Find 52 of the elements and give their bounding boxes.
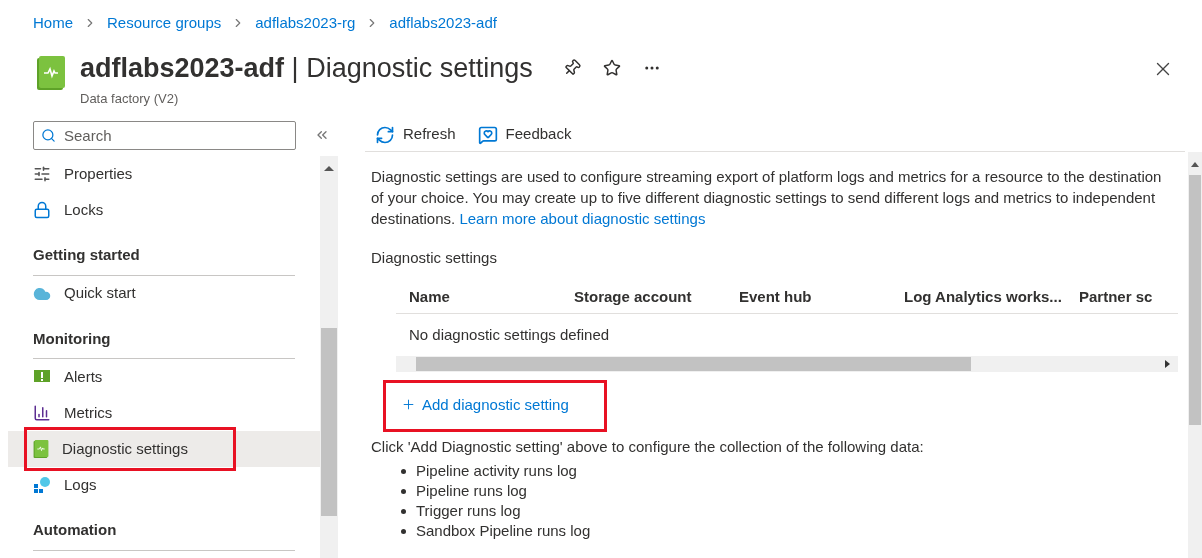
breadcrumb-link[interactable]: Home: [33, 11, 73, 35]
list-item: Pipeline runs log: [416, 481, 527, 501]
column-header: Event hub: [739, 287, 813, 307]
bullet-icon: [401, 528, 406, 534]
list-item: Trigger runs log: [416, 501, 521, 521]
scrollbar[interactable]: [1188, 152, 1202, 558]
data-factory-icon: [33, 440, 49, 458]
bar-chart-icon: [33, 404, 51, 422]
horizontal-scrollbar[interactable]: [396, 356, 1178, 372]
nav-item[interactable]: Properties: [8, 156, 320, 192]
section-heading: Automation: [33, 519, 295, 551]
plus-icon: [401, 396, 416, 412]
refresh-icon: [375, 124, 395, 145]
empty-message: No diagnostic settings defined: [408, 325, 611, 345]
column-header: Name: [409, 287, 451, 307]
section-label: Diagnostic settings: [371, 248, 498, 268]
search-icon: [41, 127, 56, 143]
bullet-icon: [401, 508, 406, 514]
description-text: Diagnostic settings are used to configure streaming export of platform logs and metrics for a resource to the destination of your choice. You may create up to five different diagnostic settings to send different logs and metrics to independent destinations. Learn more about diagnostic settings: [371, 167, 1163, 229]
lock-icon: [33, 201, 51, 219]
search-field[interactable]: Search: [33, 120, 296, 150]
list-item: Sandbox Pipeline runs log: [416, 521, 591, 541]
logs-icon: [33, 476, 51, 494]
nav-item[interactable]: Logs: [8, 467, 320, 503]
nav-item[interactable]: Locks: [8, 192, 320, 228]
nav-item[interactable]: Diagnostic settings: [8, 431, 320, 467]
section-heading: Getting started: [33, 244, 295, 276]
feedback-button[interactable]: Feedback: [477, 123, 572, 146]
column-header: Storage account: [574, 287, 693, 307]
column-header: Partner sc: [1079, 287, 1153, 307]
sliders-icon: [33, 165, 51, 183]
breadcrumb-link[interactable]: adflabs2023-adf: [389, 11, 497, 35]
page-title: adflabs2023-adf | Diagnostic settings: [80, 52, 533, 85]
column-header: Log Analytics works...: [904, 287, 1063, 307]
learn-more-link[interactable]: Learn more about diagnostic settings: [459, 210, 706, 227]
nav-item[interactable]: Quick start: [8, 275, 320, 312]
bullet-icon: [401, 488, 406, 494]
section-heading: Monitoring: [33, 327, 295, 359]
nav-item[interactable]: Alerts: [8, 359, 320, 395]
feedback-icon: [477, 124, 498, 145]
data-factory-icon: [37, 56, 65, 90]
add-setting-link[interactable]: Add diagnostic setting: [401, 393, 569, 415]
breadcrumb-link[interactable]: adflabs2023-rg: [255, 11, 356, 35]
bullet-icon: [401, 468, 406, 474]
breadcrumb-link[interactable]: Resource groups: [107, 11, 222, 35]
list-item: Pipeline activity runs log: [416, 461, 577, 481]
instruction-text: Click 'Add Diagnostic setting' above to configure the collection of the following data:: [371, 437, 925, 457]
refresh-button[interactable]: Refresh: [375, 123, 456, 146]
nav-item[interactable]: Metrics: [8, 395, 320, 431]
resource-type: Data factory (V2): [80, 89, 180, 108]
star-icon[interactable]: [602, 59, 621, 78]
scrollbar[interactable]: [320, 156, 338, 558]
